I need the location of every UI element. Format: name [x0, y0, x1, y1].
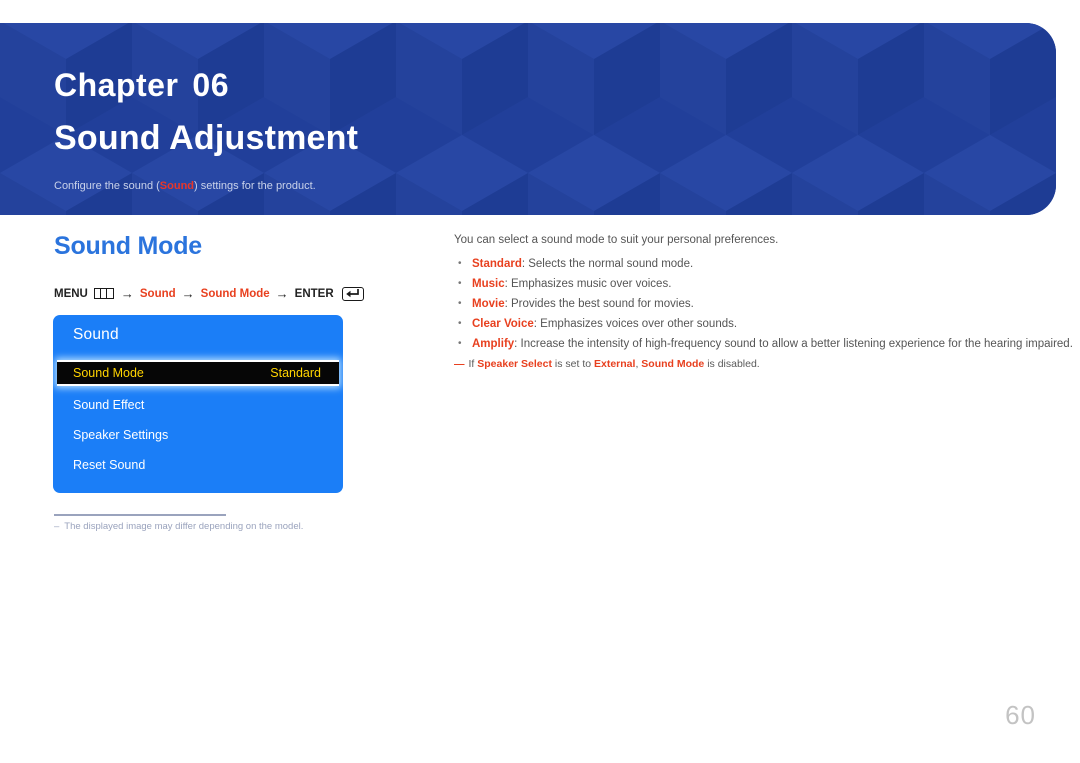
- arrow-icon-3: →: [275, 286, 289, 301]
- tip-dash: —: [454, 358, 465, 370]
- arrow-icon-2: →: [181, 286, 195, 301]
- list-item: Amplify: Increase the intensity of high-…: [454, 334, 1073, 354]
- option-term: Movie: [472, 298, 505, 310]
- osd-row-value: Standard: [270, 366, 321, 380]
- menu-bars-icon: [93, 288, 114, 299]
- tip-part-1: If: [468, 358, 478, 370]
- tip-term-external: External: [594, 358, 636, 370]
- page-number: 60: [1005, 700, 1036, 730]
- osd-row-label: Reset Sound: [73, 458, 146, 472]
- menu-path-step-sound-mode: Sound Mode: [200, 287, 270, 300]
- arrow-icon-1: →: [120, 286, 134, 301]
- tip-part-2: is set to: [551, 358, 594, 370]
- tip-term-sound-mode: Sound Mode: [641, 358, 705, 370]
- option-term: Amplify: [472, 338, 515, 350]
- osd-row-label: Sound Mode: [73, 366, 144, 380]
- enter-return-icon: [341, 286, 364, 301]
- option-desc: : Provides the best sound for movies.: [504, 298, 694, 310]
- osd-row-label: Sound Effect: [73, 398, 145, 412]
- subtitle-after: ) settings for the product.: [194, 180, 316, 192]
- tip-text: If Speaker Select is set to External, So…: [469, 358, 760, 370]
- subtitle-before: Configure the sound (: [54, 180, 160, 192]
- chapter-line: Chapter 06: [54, 67, 229, 104]
- intro-text: You can select a sound mode to suit your…: [454, 234, 779, 246]
- sound-mode-options-list: Standard: Selects the normal sound mode.…: [454, 254, 1073, 354]
- tip-term-speaker-select: Speaker Select: [477, 358, 552, 370]
- osd-row-speaker-settings[interactable]: Speaker Settings: [53, 420, 343, 450]
- option-term: Standard: [472, 258, 522, 270]
- osd-row-label: Speaker Settings: [73, 428, 169, 442]
- chapter-number: 06: [192, 67, 229, 103]
- list-item: Movie: Provides the best sound for movie…: [454, 294, 1034, 314]
- menu-path-step-sound: Sound: [139, 287, 176, 300]
- osd-row-sound-mode[interactable]: Sound Mode Standard: [57, 360, 339, 386]
- option-term: Clear Voice: [472, 318, 534, 330]
- list-item: Clear Voice: Emphasizes voices over othe…: [454, 314, 1034, 334]
- banner-content: Chapter 06 Sound Adjustment Configure the…: [54, 23, 1056, 215]
- option-desc: : Emphasizes music over voices.: [504, 278, 672, 290]
- osd-sound-panel: Sound Sound Mode Standard Sound Effect S…: [53, 315, 343, 493]
- note-dash: –: [54, 521, 60, 532]
- osd-panel-title: Sound: [73, 326, 119, 343]
- page-title: Sound Mode: [54, 232, 202, 260]
- right-footnote: — If Speaker Select is set to External, …: [454, 358, 1034, 370]
- option-term: Music: [472, 278, 505, 290]
- subtitle-highlight: Sound: [159, 180, 195, 192]
- left-footnote: – The displayed image may differ dependi…: [54, 521, 303, 532]
- chapter-word: Chapter: [54, 67, 179, 103]
- tip-part-4: is disabled.: [704, 358, 760, 370]
- list-item: Music: Emphasizes music over voices.: [454, 274, 1034, 294]
- note-text: The displayed image may differ depending…: [64, 521, 304, 532]
- option-desc: : Selects the normal sound mode.: [521, 258, 694, 270]
- menu-label: MENU: [54, 287, 88, 300]
- list-item: Standard: Selects the normal sound mode.: [454, 254, 1034, 274]
- note-divider: [54, 514, 226, 516]
- chapter-subtitle: Configure the sound (Sound) settings for…: [54, 180, 316, 192]
- osd-row-reset-sound[interactable]: Reset Sound: [53, 450, 343, 480]
- description-column: You can select a sound mode to suit your…: [454, 234, 1073, 370]
- enter-label: ENTER: [294, 287, 334, 300]
- option-desc: : Emphasizes voices over other sounds.: [533, 318, 738, 330]
- chapter-banner: Chapter 06 Sound Adjustment Configure the…: [0, 23, 1056, 215]
- osd-row-list: Sound Mode Standard Sound Effect Speaker…: [53, 360, 343, 480]
- option-desc: : Increase the intensity of high-frequen…: [514, 338, 1073, 350]
- osd-row-sound-effect[interactable]: Sound Effect: [53, 390, 343, 420]
- menu-path-breadcrumb: MENU → Sound → Sound Mode → ENTER: [54, 286, 364, 301]
- chapter-title: Sound Adjustment: [54, 119, 359, 157]
